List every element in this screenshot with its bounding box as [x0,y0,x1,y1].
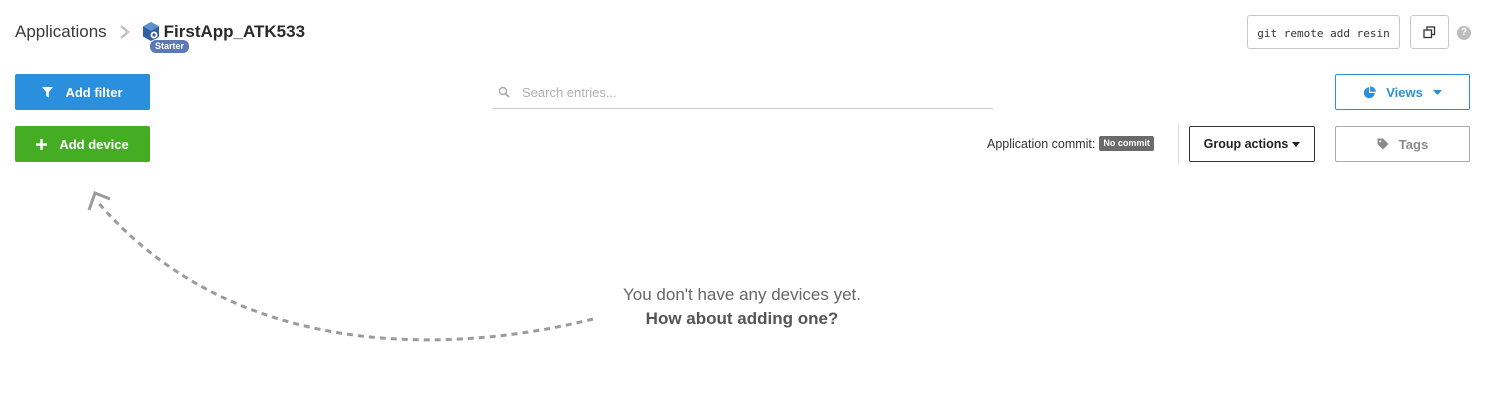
caret-down-icon [1432,89,1442,95]
chevron-right-icon [119,25,130,39]
help-icon[interactable]: ? [1457,26,1471,40]
dashed-arrow [87,191,594,342]
empty-state-message: You don't have any devices yet. [623,285,861,304]
add-filter-label: Add filter [65,84,123,100]
git-remote-button[interactable]: git remote add resin [1247,15,1400,49]
group-actions-label: Group actions [1203,137,1289,151]
tags-button[interactable]: Tags [1335,126,1470,162]
add-device-button[interactable]: Add device [15,126,150,162]
tag-icon [1377,138,1389,150]
tags-label: Tags [1398,136,1429,152]
empty-state: You don't have any devices yet. How abou… [592,283,892,331]
search-bar [493,76,993,109]
filter-icon [42,86,54,98]
group-actions-button[interactable]: Group actions [1189,126,1315,162]
commit-label: Application commit: [987,136,1096,151]
views-button[interactable]: Views [1335,74,1470,110]
pie-chart-icon [1363,85,1376,99]
toolbar-divider [1178,125,1179,163]
copy-button[interactable] [1410,15,1449,49]
empty-state-prompt: How about adding one? [645,309,839,328]
views-label: Views [1386,84,1423,100]
search-icon [498,86,510,98]
add-filter-button[interactable]: Add filter [15,74,150,110]
caret-down-icon [1292,141,1301,147]
plus-icon [36,138,48,150]
application-commit: Application commit: No commit [987,136,1154,151]
add-device-label: Add device [59,136,129,152]
search-input[interactable] [522,84,962,100]
plan-badge: Starter [150,40,190,53]
breadcrumb-applications-link[interactable]: Applications [15,18,107,46]
copy-icon [1423,25,1436,38]
commit-badge: No commit [1099,136,1154,151]
